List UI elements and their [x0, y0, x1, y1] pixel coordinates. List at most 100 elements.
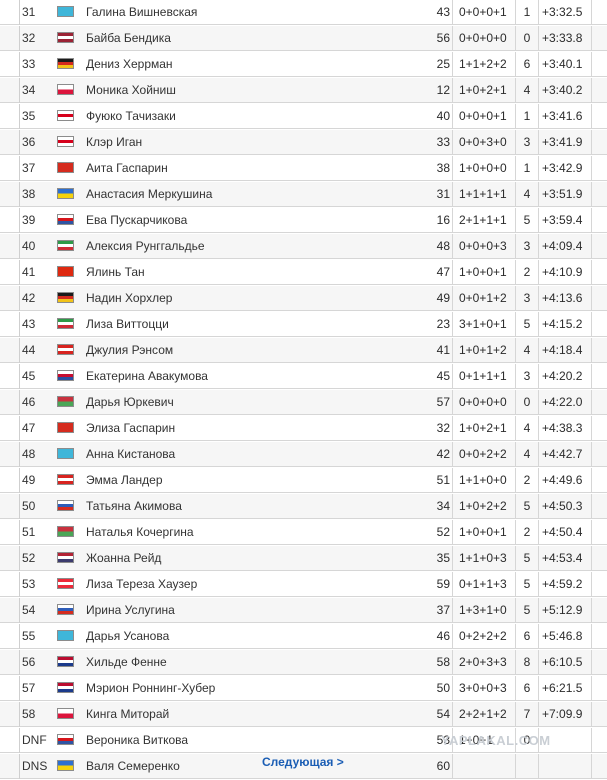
- athlete-name: Лиза Виттоцци: [86, 317, 169, 331]
- bib-number: 42: [436, 447, 450, 461]
- rank-cell: 36: [22, 135, 36, 149]
- time-behind: +4:38.3: [542, 421, 583, 435]
- result-row: 35 Фуюко Тачизаки 40 0+0+0+1 1 +3:41.6: [0, 104, 607, 129]
- result-row: 43 Лиза Виттоцци 23 3+1+0+1 5 +4:15.2: [0, 312, 607, 337]
- country-flag-icon: [57, 500, 74, 511]
- bib-number: 31: [436, 187, 450, 201]
- bib-number: 34: [436, 499, 450, 513]
- next-page-link[interactable]: Следующая >: [262, 755, 344, 769]
- athlete-name: Татьяна Акимова: [86, 499, 182, 513]
- time-behind: +4:15.2: [542, 317, 583, 331]
- penalty-count: 2: [523, 473, 531, 487]
- athlete-name: Джулия Рэнсом: [86, 343, 174, 357]
- rank-cell: 39: [22, 213, 36, 227]
- athlete-name: Ева Пускарчикова: [86, 213, 188, 227]
- bib-number: 38: [436, 161, 450, 175]
- rank-cell: 47: [22, 421, 36, 435]
- rank-cell: 54: [22, 603, 36, 617]
- athlete-name: Дарья Усанова: [86, 629, 170, 643]
- rank-cell: 33: [22, 57, 36, 71]
- penalty-count: 1: [523, 109, 531, 123]
- bib-number: 35: [436, 551, 450, 565]
- result-row: 52 Жоанна Рейд 35 1+1+0+3 5 +4:53.4: [0, 546, 607, 571]
- shooting-result: 1+0+1+2: [459, 343, 507, 357]
- penalty-count: 4: [523, 187, 531, 201]
- time-behind: +4:20.2: [542, 369, 583, 383]
- athlete-name: Екатерина Авакумова: [86, 369, 208, 383]
- time-behind: +4:10.9: [542, 265, 583, 279]
- country-flag-icon: [57, 58, 74, 69]
- penalty-count: 4: [523, 343, 531, 357]
- time-behind: +3:32.5: [542, 5, 583, 19]
- country-flag-icon: [57, 604, 74, 615]
- country-flag-icon: [57, 760, 74, 771]
- penalty-count: 5: [523, 317, 531, 331]
- rank-cell: DNF: [22, 733, 47, 747]
- rank-cell: 56: [22, 655, 36, 669]
- penalty-count: 1: [523, 161, 531, 175]
- country-flag-icon: [57, 136, 74, 147]
- rank-cell: 45: [22, 369, 36, 383]
- country-flag-icon: [57, 552, 74, 563]
- result-row: 58 Кинга Миторай 54 2+2+1+2 7 +7:09.9: [0, 702, 607, 727]
- penalty-count: 7: [523, 707, 531, 721]
- shooting-result: 0+0+1+2: [459, 291, 507, 305]
- result-row: 44 Джулия Рэнсом 41 1+0+1+2 4 +4:18.4: [0, 338, 607, 363]
- country-flag-icon: [57, 32, 74, 43]
- penalty-count: 5: [523, 499, 531, 513]
- rank-cell: 31: [22, 5, 36, 19]
- shooting-result: 0+0+0+3: [459, 239, 507, 253]
- rank-cell: 53: [22, 577, 36, 591]
- penalty-count: 0: [523, 31, 531, 45]
- time-behind: +3:42.9: [542, 161, 583, 175]
- athlete-name: Дарья Юркевич: [86, 395, 174, 409]
- athlete-name: Кинга Миторай: [86, 707, 170, 721]
- time-behind: +4:22.0: [542, 395, 583, 409]
- bib-number: 54: [436, 707, 450, 721]
- bib-number: 57: [436, 395, 450, 409]
- result-row: 50 Татьяна Акимова 34 1+0+2+2 5 +4:50.3: [0, 494, 607, 519]
- bib-number: 25: [436, 57, 450, 71]
- shooting-result: 1+0+0+1: [459, 265, 507, 279]
- penalty-count: 6: [523, 57, 531, 71]
- bib-number: 49: [436, 291, 450, 305]
- penalty-count: 4: [523, 83, 531, 97]
- athlete-name: Клэр Иган: [86, 135, 143, 149]
- athlete-name: Вероника Виткова: [86, 733, 189, 747]
- time-behind: +3:51.9: [542, 187, 583, 201]
- rank-cell: 51: [22, 525, 36, 539]
- rank-cell: 42: [22, 291, 36, 305]
- penalty-count: 5: [523, 577, 531, 591]
- country-flag-icon: [57, 318, 74, 329]
- bib-number: 33: [436, 135, 450, 149]
- rank-cell: 35: [22, 109, 36, 123]
- penalty-count: 5: [523, 603, 531, 617]
- shooting-result: 2+1+1+1: [459, 213, 507, 227]
- rank-cell: 43: [22, 317, 36, 331]
- shooting-result: 1+1+1+1: [459, 187, 507, 201]
- penalty-count: 3: [523, 369, 531, 383]
- country-flag-icon: [57, 708, 74, 719]
- shooting-result: 1+0+2+1: [459, 83, 507, 97]
- time-behind: +4:59.2: [542, 577, 583, 591]
- shooting-result: 0+0+2+2: [459, 447, 507, 461]
- time-behind: +6:10.5: [542, 655, 583, 669]
- bib-number: 46: [436, 629, 450, 643]
- result-row: 45 Екатерина Авакумова 45 0+1+1+1 3 +4:20.2: [0, 364, 607, 389]
- penalty-count: 8: [523, 655, 531, 669]
- bib-number: 41: [436, 343, 450, 357]
- result-row: 39 Ева Пускарчикова 16 2+1+1+1 5 +3:59.4: [0, 208, 607, 233]
- time-behind: +3:59.4: [542, 213, 583, 227]
- country-flag-icon: [57, 448, 74, 459]
- bib-number: 48: [436, 239, 450, 253]
- bib-number: 58: [436, 655, 450, 669]
- country-flag-icon: [57, 656, 74, 667]
- rank-cell: 34: [22, 83, 36, 97]
- athlete-name: Лиза Тереза Хаузер: [86, 577, 198, 591]
- shooting-result: 1+0+0+1: [459, 525, 507, 539]
- watermark: YAPLAKAL.COM: [441, 733, 551, 748]
- athlete-name: Дениз Херрман: [86, 57, 173, 71]
- shooting-result: 2+2+1+2: [459, 707, 507, 721]
- rank-cell: 52: [22, 551, 36, 565]
- shooting-result: 0+0+0+1: [459, 5, 507, 19]
